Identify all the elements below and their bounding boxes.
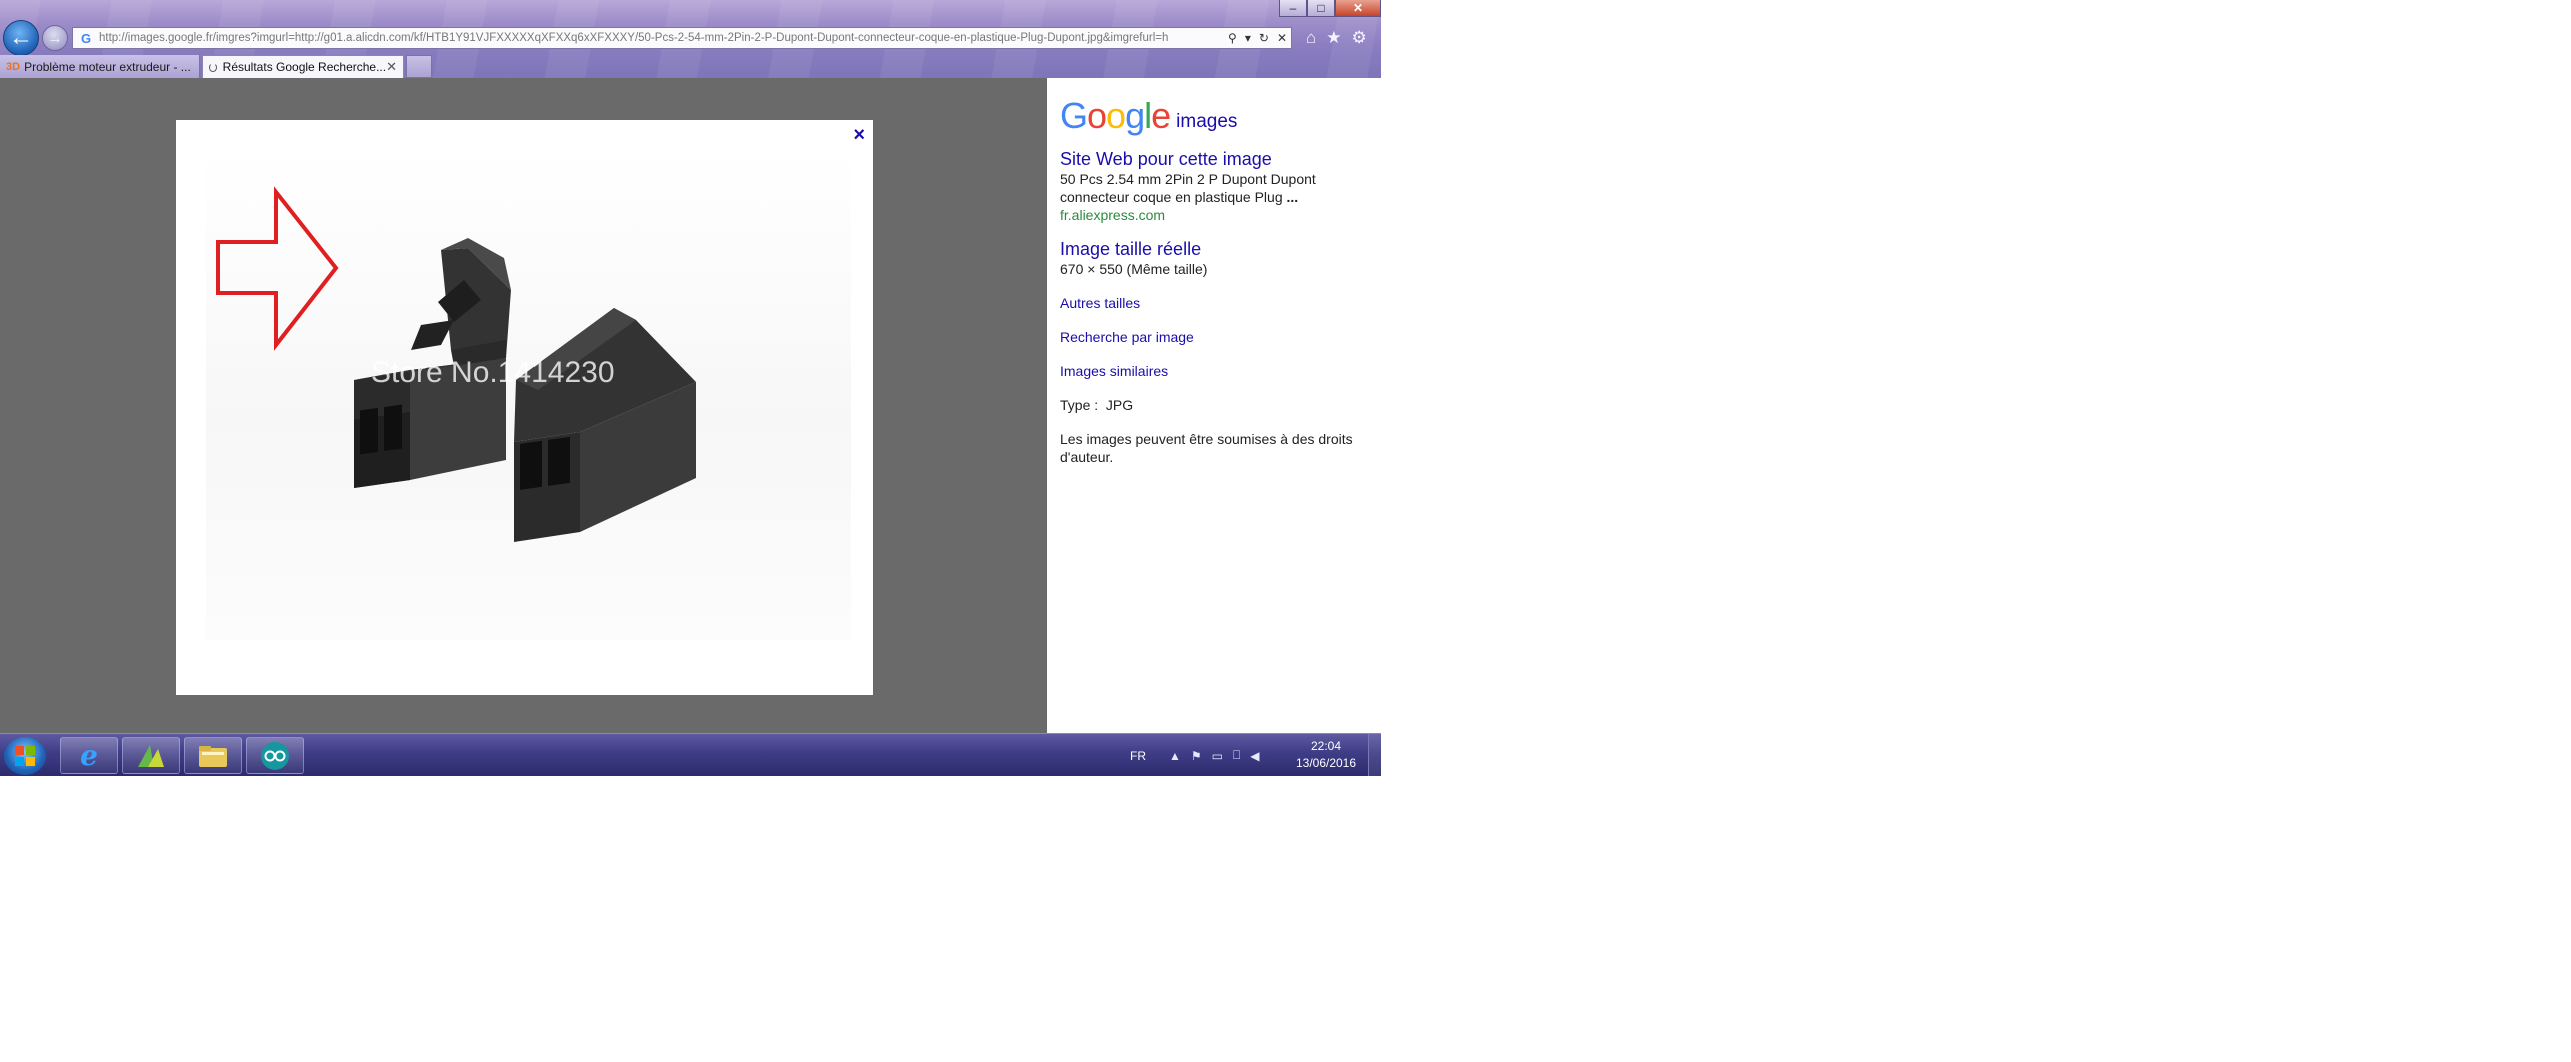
browser-toolbar-icons: ⌂ ★ ⚙ <box>1306 28 1367 48</box>
type-value: JPG <box>1105 397 1134 413</box>
home-icon[interactable]: ⌂ <box>1306 28 1316 48</box>
copyright-notice: Les images peuvent être soumises à des d… <box>1060 431 1353 465</box>
windows-logo-icon <box>15 746 35 766</box>
back-arrow-icon: ← <box>9 24 33 51</box>
google-logo-wordmark: Google <box>1060 95 1171 136</box>
google-logo-letter: G <box>1060 95 1088 136</box>
3d-printer-app-icon <box>138 744 164 767</box>
folder-icon <box>199 745 227 767</box>
maximize-button[interactable]: □ <box>1307 0 1335 17</box>
tab-bar: 3D Problème moteur extrudeur - ... Résul… <box>0 55 1381 78</box>
back-button[interactable]: ← <box>3 20 39 56</box>
navigation-buttons: ← → <box>3 20 68 56</box>
google-logo-letter: g <box>1125 95 1145 136</box>
forward-button[interactable]: → <box>42 25 68 51</box>
site-description: 50 Pcs 2.54 mm 2Pin 2 P Dupont Dupont co… <box>1060 170 1381 206</box>
refresh-icon[interactable]: ↻ <box>1259 31 1269 45</box>
tab-close-icon[interactable]: ✕ <box>386 59 397 75</box>
close-window-button[interactable]: ✕ <box>1335 0 1381 17</box>
images-logo-suffix: images <box>1176 111 1238 132</box>
site-web-link[interactable]: Site Web pour cette image <box>1060 148 1381 170</box>
tab-probleme-moteur[interactable]: 3D Problème moteur extrudeur - ... <box>0 55 200 78</box>
clock[interactable]: 22:04 13/06/2016 <box>1284 738 1368 772</box>
watermark-text: Store No.1414230 <box>371 356 615 389</box>
search-icon[interactable]: ⚲ <box>1228 31 1237 45</box>
windows-taskbar: e FR ▲ ⚑ ▭ ⎕ ◀ 22:04 13/06/2016 <box>0 733 1381 776</box>
taskbar-3d-app[interactable] <box>122 737 180 774</box>
tab-label: Résultats Google Recherche... <box>222 60 387 74</box>
full-size-image-link[interactable]: Image taille réelle <box>1060 238 1381 260</box>
autres-tailles-link[interactable]: Autres tailles <box>1060 294 1381 312</box>
clock-date: 13/06/2016 <box>1295 756 1357 770</box>
start-button[interactable] <box>4 737 46 775</box>
language-indicator[interactable]: FR <box>1130 749 1146 763</box>
tab-label: Problème moteur extrudeur - ... <box>24 59 191 74</box>
google-logo-letter: o <box>1087 95 1107 136</box>
image-details-panel: Google images Site Web pour cette image … <box>1047 78 1381 733</box>
product-photo[interactable]: Store No.1414230 <box>206 150 851 640</box>
taskbar-file-explorer[interactable] <box>184 737 242 774</box>
window-controls: – □ ✕ <box>1279 0 1381 18</box>
site-description-text: 50 Pcs 2.54 mm 2Pin 2 P Dupont Dupont co… <box>1060 171 1316 205</box>
loading-spinner-icon <box>209 62 217 72</box>
url-text[interactable]: http://images.google.fr/imgres?imgurl=ht… <box>99 32 1224 44</box>
clock-time: 22:04 <box>1310 739 1342 753</box>
taskbar-internet-explorer[interactable]: e <box>60 737 118 774</box>
close-lightbox-button[interactable]: × <box>853 124 865 147</box>
page-content: × Store No.1414230 Google images Site We… <box>0 78 1381 733</box>
show-hidden-icons-arrow-icon[interactable]: ▲ <box>1169 749 1181 763</box>
settings-gear-icon[interactable]: ⚙ <box>1352 28 1367 48</box>
google-logo-letter: e <box>1151 95 1171 136</box>
image-type: Type : JPG <box>1060 396 1381 414</box>
system-tray: FR ▲ ⚑ ▭ ⎕ ◀ <box>1130 734 1264 776</box>
arduino-icon <box>261 741 289 770</box>
tab-google-resultats[interactable]: Résultats Google Recherche... ✕ <box>202 55 404 78</box>
stop-icon[interactable]: ✕ <box>1277 31 1287 45</box>
power-plug-icon[interactable]: ⎕ <box>1233 748 1240 763</box>
images-similaires-link[interactable]: Images similaires <box>1060 362 1381 380</box>
network-signal-icon[interactable]: ▭ <box>1212 749 1223 763</box>
volume-speaker-icon[interactable]: ◀ <box>1250 749 1259 763</box>
type-label: Type : <box>1060 397 1099 413</box>
site-url: fr.aliexpress.com <box>1060 207 1166 223</box>
taskbar-arduino[interactable] <box>246 737 304 774</box>
recherche-par-image-link[interactable]: Recherche par image <box>1060 328 1381 346</box>
site-description-ellipsis: ... <box>1286 189 1299 205</box>
minimize-button[interactable]: – <box>1279 0 1307 17</box>
google-logo-letter: o <box>1106 95 1126 136</box>
address-bar[interactable]: G http://images.google.fr/imgres?imgurl=… <box>72 27 1292 49</box>
dropdown-arrow-icon[interactable]: ▾ <box>1245 31 1251 45</box>
screen: – □ ✕ ← → G http://images.google.fr/imgr… <box>0 0 1381 776</box>
google-favicon-icon: G <box>80 30 92 46</box>
image-lightbox: × Store No.1414230 <box>176 120 873 695</box>
forward-arrow-icon: → <box>47 29 63 47</box>
internet-explorer-icon: e <box>80 739 98 772</box>
favorites-star-icon[interactable]: ★ <box>1326 28 1341 48</box>
show-desktop-button[interactable] <box>1368 734 1381 776</box>
google-images-logo[interactable]: Google images <box>1060 92 1381 134</box>
new-tab-button[interactable] <box>406 55 432 78</box>
action-center-flag-icon[interactable]: ⚑ <box>1191 749 1202 763</box>
full-size-dimensions: 670 × 550 (Même taille) <box>1060 261 1208 277</box>
3d-favicon-icon: 3D <box>6 60 21 73</box>
